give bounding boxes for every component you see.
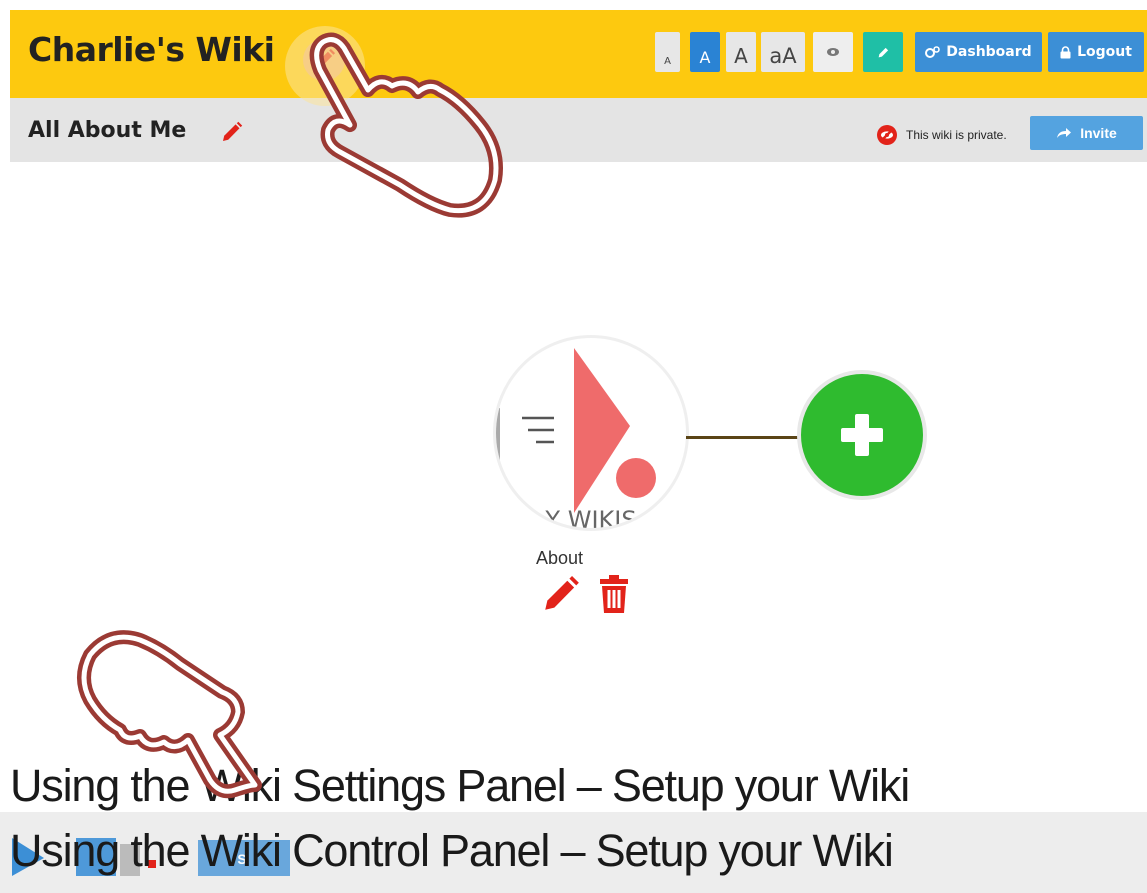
pencil-icon xyxy=(314,48,336,70)
font-size-sm-label: A xyxy=(699,48,711,67)
add-page-button[interactable] xyxy=(797,370,927,500)
wiki-title: Charlie's Wiki xyxy=(28,30,275,69)
font-size-md-label: A xyxy=(734,44,748,68)
edit-page-title-button[interactable] xyxy=(220,120,244,149)
wiki-header: Charlie's Wiki A A A aA Dashboard Logout xyxy=(10,10,1147,98)
font-size-md-button[interactable]: A xyxy=(726,32,756,72)
logout-label: Logout xyxy=(1077,44,1132,60)
page-header: All About Me This wiki is private. Invit… xyxy=(10,98,1147,162)
dashboard-label: Dashboard xyxy=(946,44,1032,60)
font-size-xs-button[interactable]: A xyxy=(655,32,680,72)
edit-mode-button[interactable] xyxy=(863,32,903,72)
wiki-logo-thumbnail: Y WIKIS xyxy=(496,348,656,528)
private-eye-icon xyxy=(877,125,897,145)
font-size-lg-button[interactable]: aA xyxy=(761,32,805,72)
pencil-icon[interactable] xyxy=(540,573,582,615)
eye-icon xyxy=(827,48,839,56)
pencil-icon xyxy=(223,121,243,141)
font-size-sm-button[interactable]: A xyxy=(690,32,720,72)
font-size-xs-label: A xyxy=(664,56,671,67)
dashboard-button[interactable]: Dashboard xyxy=(915,32,1042,72)
page-title: All About Me xyxy=(28,118,187,143)
logout-button[interactable]: Logout xyxy=(1048,32,1144,72)
gears-icon xyxy=(925,45,941,58)
caption-line-2: Using the Wiki Control Panel – Setup you… xyxy=(10,825,894,876)
font-size-lg-label: aA xyxy=(769,44,797,68)
trash-icon[interactable] xyxy=(598,574,630,614)
wiki-page-node[interactable]: Y WIKIS xyxy=(496,338,686,528)
node-image-text: Y WIKIS xyxy=(544,506,636,528)
node-connector xyxy=(686,436,800,439)
edit-title-button[interactable] xyxy=(303,39,345,81)
invite-label: Invite xyxy=(1080,125,1117,141)
preview-button[interactable] xyxy=(813,32,853,72)
invite-button[interactable]: Invite xyxy=(1030,116,1143,150)
caption-line-1: Using the Wiki Settings Panel – Setup yo… xyxy=(10,760,910,811)
node-actions xyxy=(540,573,630,615)
lock-icon xyxy=(1060,45,1071,58)
privacy-text: This wiki is private. xyxy=(906,128,1007,142)
share-icon xyxy=(1057,128,1072,138)
pencil-icon xyxy=(878,47,888,57)
privacy-status: This wiki is private. xyxy=(876,124,1007,146)
node-label: About xyxy=(536,548,584,568)
plus-icon xyxy=(841,414,883,456)
